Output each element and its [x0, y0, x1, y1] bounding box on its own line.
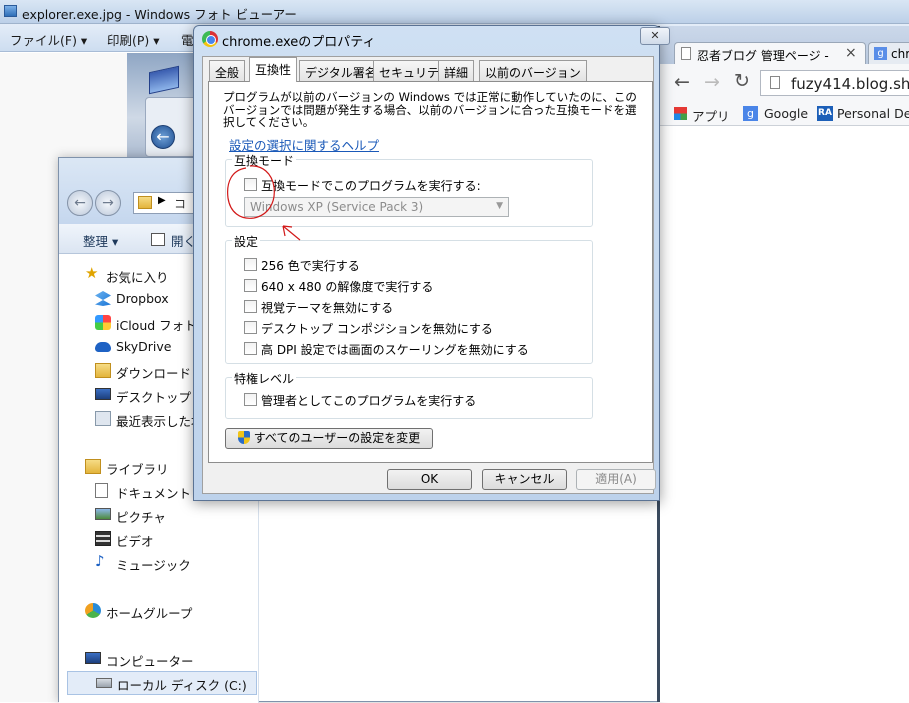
annotation-circle [227, 165, 275, 219]
red-annotation-overlay [227, 165, 301, 241]
tab-compatibility[interactable]: 互換性 [249, 57, 298, 82]
annotation-arrow [282, 225, 301, 241]
